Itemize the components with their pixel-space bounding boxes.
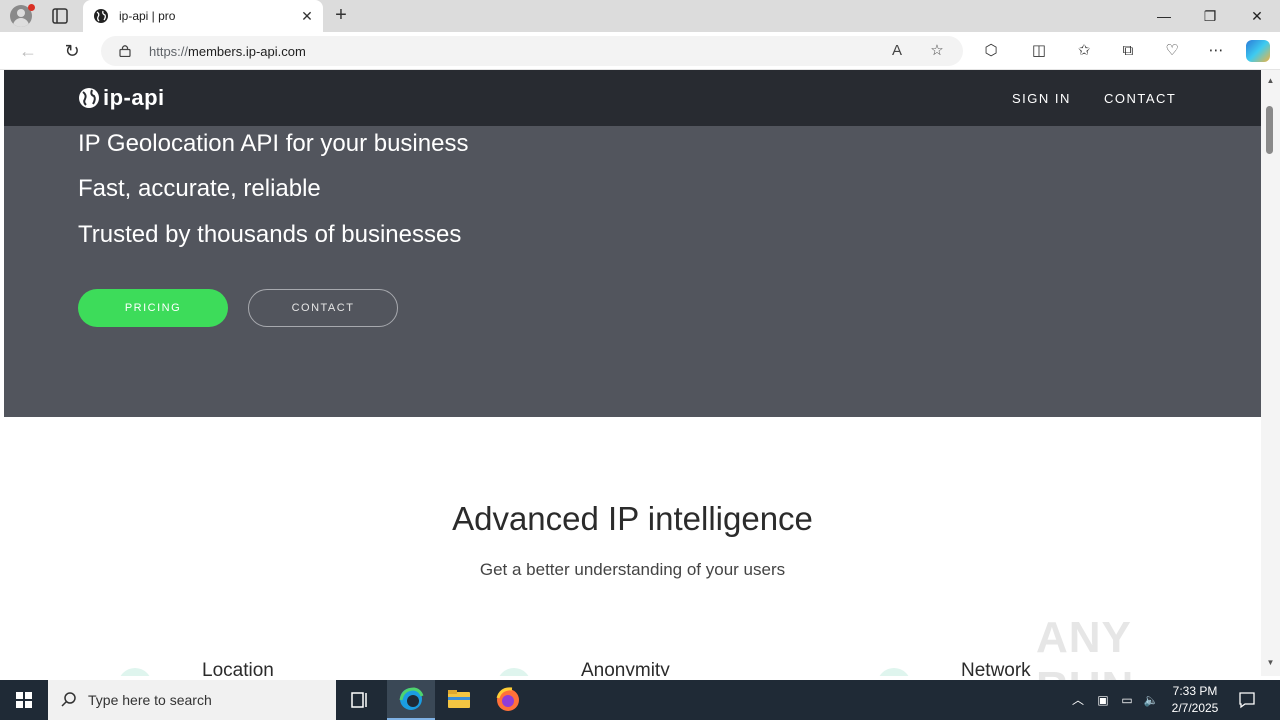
section-title: Advanced IP intelligence: [452, 500, 813, 537]
nav-sign-in-link[interactable]: SIGN IN: [1012, 91, 1071, 106]
close-tab-icon[interactable]: ✕: [299, 8, 315, 24]
location-feature-icon: [118, 668, 152, 676]
more-menu-icon[interactable]: ⋯: [1206, 41, 1226, 61]
tray-overflow-chevron-icon[interactable]: ︿: [1070, 692, 1086, 708]
browser-essentials-icon[interactable]: ♡: [1162, 41, 1182, 61]
tray-network-device-icon[interactable]: ▣: [1095, 692, 1111, 708]
pricing-button[interactable]: PRICING: [78, 289, 228, 327]
edge-taskbar-icon[interactable]: [387, 680, 435, 720]
refresh-button[interactable]: ↻: [61, 40, 83, 62]
url-text[interactable]: https://members.ip-api.com: [149, 44, 306, 59]
page-scrollbar[interactable]: ▲ ▼: [1261, 70, 1280, 676]
browser-tab-bar: ip-api | pro ✕ + — ❐ ✕: [0, 0, 1280, 32]
hero-trust-line: Trusted by thousands of businesses: [78, 221, 462, 248]
scroll-down-arrow-icon[interactable]: ▼: [1265, 658, 1276, 668]
read-aloud-icon[interactable]: A: [888, 42, 906, 60]
split-screen-icon[interactable]: ◫: [1029, 41, 1049, 61]
site-logo[interactable]: ip-api: [78, 84, 165, 112]
hero-section: ip-api SIGN IN CONTACT IP Geolocation AP…: [4, 70, 1261, 417]
collections-icon[interactable]: ⧉: [1118, 41, 1138, 61]
taskbar-clock[interactable]: 7:33 PM 2/7/2025: [1164, 683, 1226, 717]
network-feature-icon: [877, 668, 911, 676]
contact-button[interactable]: CONTACT: [248, 289, 398, 327]
extensions-icon[interactable]: ⬡: [981, 41, 1001, 61]
restore-button[interactable]: ❐: [1187, 0, 1233, 32]
windows-taskbar: Type here to search ︿ ▣ ▭ 🔈 7:33 PM 2/7/…: [0, 680, 1280, 720]
url-field[interactable]: https://members.ip-api.com A ☆: [101, 36, 963, 66]
site-navbar: ip-api SIGN IN CONTACT: [4, 70, 1261, 126]
windows-start-icon[interactable]: [0, 680, 48, 720]
lock-icon[interactable]: [119, 44, 131, 57]
globe-logo-icon: [79, 88, 99, 108]
new-tab-button[interactable]: +: [330, 5, 352, 27]
scrollbar-thumb[interactable]: [1266, 106, 1273, 154]
clock-date: 2/7/2025: [1171, 701, 1219, 715]
tab-title: ip-api | pro: [119, 9, 176, 23]
anyrun-watermark: ANY RUN: [1036, 605, 1236, 712]
minimize-button[interactable]: —: [1141, 0, 1187, 32]
feature-anonymity: Anonymity: [581, 660, 670, 676]
active-tab[interactable]: ip-api | pro ✕: [83, 0, 323, 32]
tab-actions-icon[interactable]: [51, 7, 69, 25]
search-placeholder: Type here to search: [88, 692, 212, 708]
copilot-icon[interactable]: [1246, 40, 1270, 62]
close-window-button[interactable]: ✕: [1234, 0, 1280, 32]
section-subtitle: Get a better understanding of your users: [479, 560, 786, 579]
network-icon[interactable]: ▭: [1119, 692, 1135, 708]
volume-icon[interactable]: 🔈: [1143, 692, 1159, 708]
url-host: members.ip-api.com: [188, 44, 306, 59]
clock-time: 7:33 PM: [1172, 684, 1218, 698]
hero-headline: IP Geolocation API for your business: [78, 130, 469, 157]
favorites-icon[interactable]: ✩: [1074, 41, 1094, 61]
firefox-icon[interactable]: [484, 680, 532, 720]
search-icon: [61, 692, 76, 707]
file-explorer-icon[interactable]: [435, 680, 483, 720]
taskbar-search-box[interactable]: Type here to search: [48, 680, 336, 720]
feature-location: Location: [202, 660, 274, 676]
nav-contact-link[interactable]: CONTACT: [1104, 91, 1176, 106]
favorite-star-icon[interactable]: ☆: [928, 42, 946, 60]
anonymity-feature-icon: [497, 668, 531, 676]
logo-text: ip-api: [103, 85, 165, 110]
url-scheme: https://: [149, 44, 189, 59]
browser-address-bar: ← ↻ https://members.ip-api.com A ☆ ⬡ ◫ ✩…: [0, 32, 1280, 70]
feature-network: Network: [961, 660, 1031, 676]
hero-tagline: Fast, accurate, reliable: [78, 175, 321, 202]
back-button[interactable]: ←: [17, 40, 39, 62]
notification-dot: [28, 4, 35, 11]
globe-favicon-icon: [94, 9, 108, 23]
page-viewport: ip-api SIGN IN CONTACT IP Geolocation AP…: [4, 70, 1261, 676]
scroll-up-arrow-icon[interactable]: ▲: [1265, 76, 1276, 86]
notification-center-icon[interactable]: [1238, 691, 1256, 709]
task-view-icon[interactable]: [336, 680, 384, 720]
